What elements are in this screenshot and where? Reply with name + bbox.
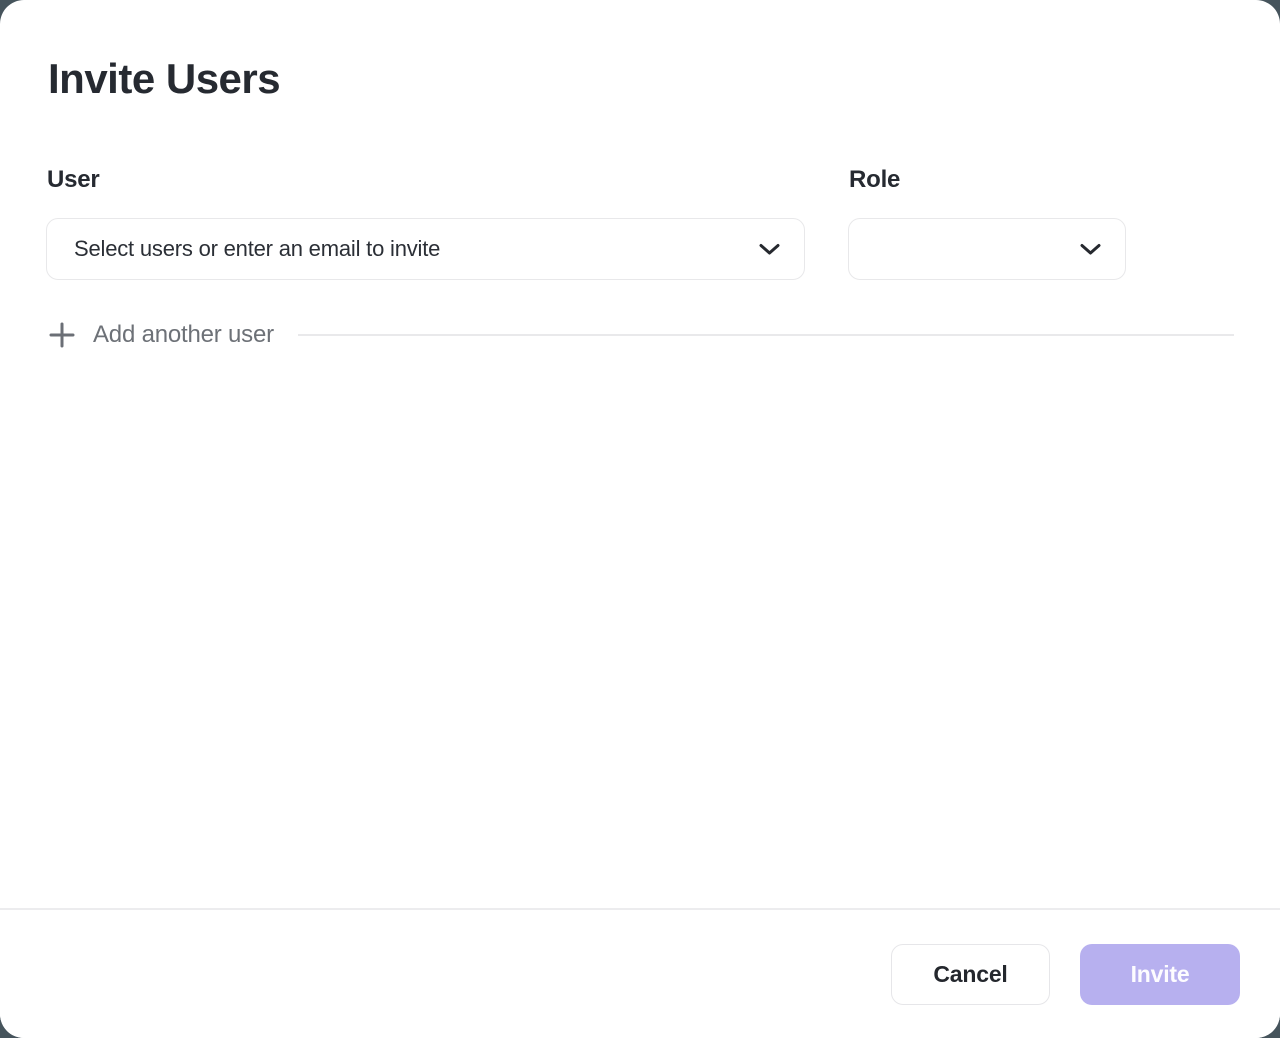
role-field-label: Role — [849, 166, 900, 194]
user-field-label: User — [47, 166, 100, 194]
add-another-user-label: Add another user — [93, 321, 274, 349]
divider — [298, 334, 1234, 336]
user-select-placeholder: Select users or enter an email to invite — [74, 236, 759, 262]
invite-users-modal: Invite Users User Role Select users or e… — [0, 0, 1280, 1038]
add-another-user-button[interactable]: Add another user — [48, 321, 274, 349]
cancel-button[interactable]: Cancel — [891, 944, 1050, 1005]
chevron-down-icon — [759, 243, 780, 256]
invite-button[interactable]: Invite — [1080, 944, 1240, 1005]
user-select[interactable]: Select users or enter an email to invite — [46, 218, 805, 280]
modal-footer: Cancel Invite — [0, 908, 1280, 1038]
add-user-row: Add another user — [48, 318, 1234, 352]
chevron-down-icon — [1080, 243, 1101, 256]
page-title: Invite Users — [48, 55, 280, 103]
plus-icon — [48, 321, 76, 349]
role-select[interactable] — [848, 218, 1126, 280]
